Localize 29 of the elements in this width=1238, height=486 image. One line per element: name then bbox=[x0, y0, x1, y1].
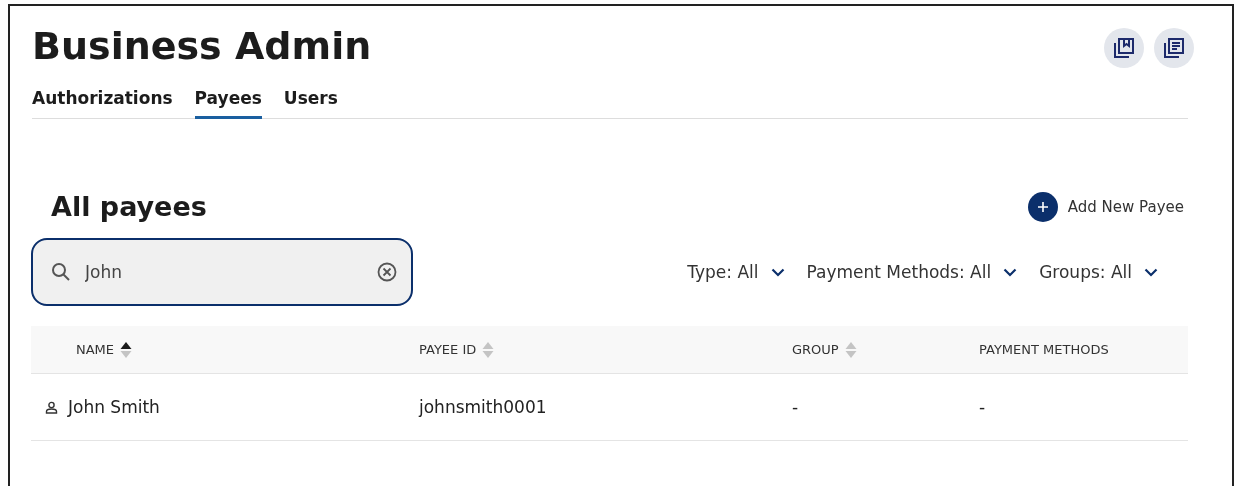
filter-dropdown[interactable]: Payment Methods: All bbox=[806, 262, 1018, 282]
chevron-down-icon bbox=[770, 267, 785, 277]
person-icon bbox=[45, 400, 58, 414]
section-title: All payees bbox=[51, 191, 207, 222]
filter-dropdown[interactable]: Type: All bbox=[687, 262, 785, 282]
tab[interactable]: Users bbox=[283, 88, 338, 119]
clear-icon[interactable] bbox=[377, 262, 397, 282]
column-header[interactable]: NAME bbox=[76, 342, 115, 357]
column-header[interactable]: GROUP bbox=[792, 342, 839, 357]
table-cell: - bbox=[792, 397, 799, 417]
chevron-down-icon bbox=[1144, 267, 1158, 277]
column-header[interactable]: PAYEE ID bbox=[419, 342, 477, 357]
filter-dropdown[interactable]: Groups: All bbox=[1039, 262, 1158, 282]
search-icon bbox=[51, 262, 71, 282]
table-cell: johnsmith0001 bbox=[419, 397, 547, 417]
document-pages-button[interactable] bbox=[1154, 28, 1194, 68]
column-header: PAYMENT METHODS bbox=[979, 342, 1109, 357]
table-cell: John Smith bbox=[68, 397, 160, 417]
table-cell: - bbox=[979, 397, 986, 417]
tab[interactable]: Authorizations bbox=[32, 88, 173, 119]
bookmark-pages-icon bbox=[1113, 37, 1135, 59]
page-title: Business Admin bbox=[32, 24, 372, 68]
tab[interactable]: Payees bbox=[194, 88, 262, 119]
sort-icon[interactable] bbox=[120, 340, 133, 359]
document-pages-icon bbox=[1163, 37, 1185, 59]
plus-icon bbox=[1027, 191, 1058, 222]
add-payee-button[interactable]: Add New Payee bbox=[1027, 191, 1184, 222]
bookmark-pages-button[interactable] bbox=[1104, 28, 1144, 68]
chevron-down-icon bbox=[1003, 267, 1018, 277]
